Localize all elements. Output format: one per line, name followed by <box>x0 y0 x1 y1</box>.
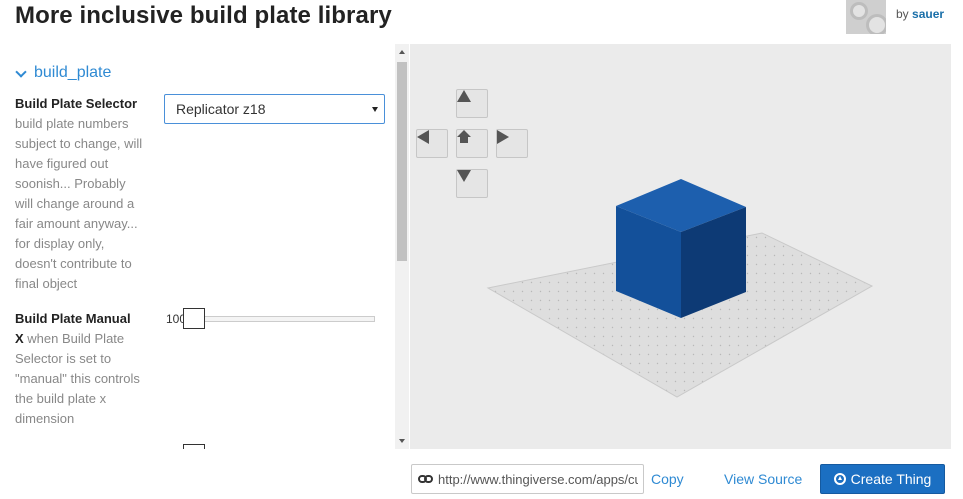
param-label-continuation: X <box>15 331 24 346</box>
description-text: when Build Plate <box>27 331 125 346</box>
description-line: soonish... Probably <box>15 176 126 191</box>
group-label: build_plate <box>34 64 112 81</box>
author-prefix: by <box>896 7 909 21</box>
description-line: Selector is set to <box>15 351 112 366</box>
3d-model-viewer[interactable] <box>410 44 951 449</box>
link-icon <box>418 474 434 484</box>
next-slider-handle[interactable] <box>183 444 205 449</box>
customizer-settings-panel: build_plate Build Plate Selector build p… <box>0 44 393 449</box>
param-label-build-plate-manual-x: Build Plate Manual <box>15 311 131 326</box>
description-line: doesn't contribute to <box>15 256 132 271</box>
rotate-up-button[interactable] <box>456 89 488 118</box>
arrow-up-icon <box>457 90 471 102</box>
description-line: X when Build Plate <box>15 329 160 349</box>
arrow-left-icon <box>417 130 429 144</box>
description-line: the build plate x <box>15 391 107 406</box>
arrow-right-icon <box>497 130 509 144</box>
upload-circle-icon <box>833 473 846 485</box>
page-title: More inclusive build plate library <box>15 2 392 29</box>
scrollbar-thumb[interactable] <box>397 62 407 261</box>
caret-down-icon <box>372 107 378 112</box>
param-label-build-plate-selector: Build Plate Selector <box>15 96 138 111</box>
chevron-down-icon <box>15 65 27 78</box>
create-thing-button[interactable]: Create Thing <box>820 464 945 494</box>
gear-decoration-icon <box>866 14 886 34</box>
arrow-down-icon <box>457 170 471 182</box>
rotate-right-button[interactable] <box>496 129 528 158</box>
scroll-up-arrow-icon[interactable] <box>399 50 405 54</box>
group-toggle-build-plate[interactable]: build_plate <box>15 64 111 82</box>
rotate-down-button[interactable] <box>456 169 488 198</box>
dropdown-selected-value: Replicator z18 <box>176 101 266 117</box>
build-plate-x-slider-track[interactable] <box>183 316 375 322</box>
author-link[interactable]: sauer <box>912 7 944 21</box>
description-line: final object <box>15 276 78 291</box>
description-line: "manual" this controls <box>15 371 140 386</box>
copy-link-button[interactable]: Copy <box>651 471 684 487</box>
viewer-canvas[interactable] <box>410 44 951 449</box>
description-line: subject to change, will <box>15 136 143 151</box>
description-line: for display only, <box>15 236 105 251</box>
description-line: have figured out <box>15 156 109 171</box>
description-line: fair amount anyway... <box>15 216 138 231</box>
create-thing-label: Create Thing <box>850 471 932 487</box>
home-icon <box>457 130 471 143</box>
author-byline: by sauer <box>896 7 944 21</box>
settings-scrollbar[interactable] <box>395 44 409 449</box>
build-plate-x-slider-handle[interactable] <box>183 308 205 329</box>
author-avatar[interactable] <box>846 0 886 34</box>
share-url-field[interactable] <box>411 464 644 494</box>
param-description-build-plate-selector: build plate numbers subject to change, w… <box>15 114 160 294</box>
description-line: dimension <box>15 411 75 426</box>
param-description-build-plate-manual-x: X when Build Plate Selector is set to "m… <box>15 329 160 429</box>
description-line: build plate numbers <box>15 116 129 131</box>
view-source-link[interactable]: View Source <box>724 471 802 487</box>
gear-decoration-icon <box>850 2 868 20</box>
description-line: will change around a <box>15 196 135 211</box>
scroll-down-arrow-icon[interactable] <box>399 439 405 443</box>
rotate-left-button[interactable] <box>416 129 448 158</box>
share-url-input[interactable] <box>438 471 638 487</box>
reset-view-button[interactable] <box>456 129 488 158</box>
build-plate-selector-dropdown[interactable]: Replicator z18 <box>164 94 385 124</box>
